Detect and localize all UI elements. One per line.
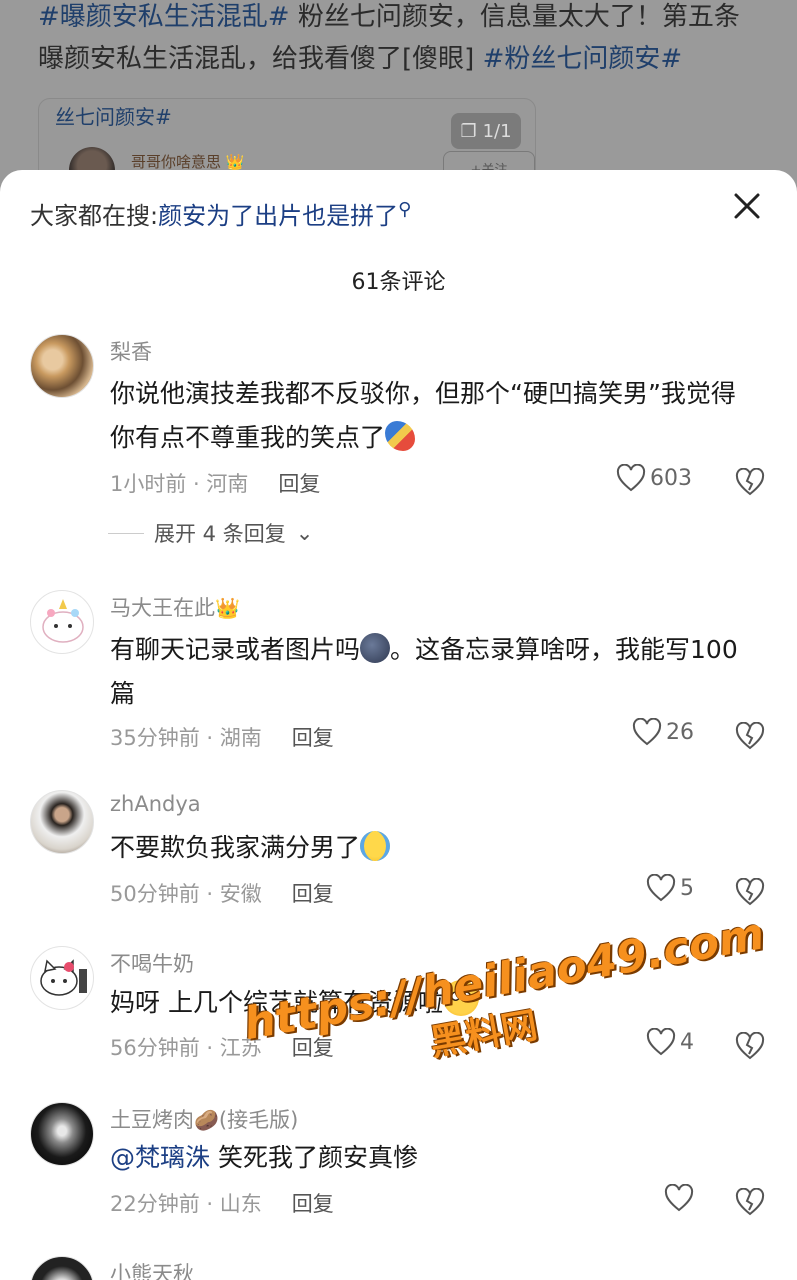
like-button[interactable]: 4 [646, 1028, 694, 1056]
broken-heart-icon [735, 721, 765, 750]
pleading-face-emoji-icon [442, 980, 479, 1016]
reply-button[interactable]: 回复 [292, 1192, 334, 1216]
post-hashtag[interactable]: #曝颜安私生活混乱# [38, 2, 290, 32]
dislike-button[interactable] [735, 721, 765, 750]
trending-search-keyword[interactable]: 颜安为了出片也是拼了 [158, 202, 398, 230]
mention-link[interactable]: @梵璃洙 [110, 1143, 210, 1172]
comment-author[interactable]: zhAndya [110, 792, 201, 816]
comment-author[interactable]: 不喝牛奶 [110, 948, 194, 978]
card-hashtag[interactable]: 丝七问颜安# [55, 101, 172, 130]
divider [108, 532, 144, 534]
broken-heart-icon [735, 1031, 765, 1060]
avatar[interactable] [30, 1102, 94, 1166]
broken-heart-icon [735, 877, 765, 906]
chevron-down-icon: ⌄ [295, 521, 314, 545]
reply-button[interactable]: 回复 [278, 472, 320, 496]
trending-search[interactable]: 大家都在搜:颜安为了出片也是拼了⚲ [30, 196, 411, 231]
avatar[interactable] [30, 590, 94, 654]
crown-icon: 👑 [215, 596, 240, 620]
heart-icon [646, 1028, 676, 1056]
like-button[interactable] [664, 1184, 694, 1212]
search-icon: ⚲ [398, 199, 412, 220]
comment-text: 你说他演技差我都不反驳你，但那个“硬凹搞笑男”我觉得你有点不尊重我的笑点了 [110, 379, 736, 452]
comment-text: 不要欺负我家满分男了 [110, 826, 760, 870]
avatar[interactable] [30, 946, 94, 1010]
like-button[interactable]: 5 [646, 874, 694, 902]
close-icon [734, 193, 760, 219]
comment-author[interactable]: 梨香 [110, 336, 152, 366]
comment-text: 有聊天记录或者图片吗 。这备忘录算啥呀，我能写100篇 [110, 633, 738, 708]
moon-face-emoji-icon [360, 633, 391, 663]
comment-count: 61条评论 [351, 270, 446, 295]
heart-icon [632, 718, 662, 746]
avatar[interactable] [30, 334, 94, 398]
comment-text: @梵璃洙 笑死我了颜安真惨 [110, 1143, 418, 1172]
comment-meta: 1小时前 · 河南 回复 [110, 472, 321, 496]
dislike-button[interactable] [735, 467, 765, 496]
heart-icon [646, 874, 676, 902]
comment-author[interactable]: 马大王在此👑 [110, 592, 240, 622]
close-button[interactable] [731, 190, 763, 222]
like-count: 26 [666, 719, 694, 745]
comment-meta: 50分钟前 · 安徽 回复 [110, 882, 334, 906]
expand-replies[interactable]: 展开 4 条回复 ⌄ [108, 518, 314, 548]
comment-text: 妈呀 上几个综艺就算有资源啦 [110, 980, 760, 1025]
comment-author[interactable]: 土豆烤肉🥔(接毛版) [110, 1104, 298, 1134]
unicorn-avatar-icon [42, 599, 84, 643]
broken-heart-icon [735, 1187, 765, 1216]
like-button[interactable]: 603 [616, 464, 692, 492]
avatar[interactable] [30, 790, 94, 854]
gallery-icon: ❐ [460, 120, 477, 142]
like-button[interactable]: 26 [632, 718, 694, 746]
post-hashtag-2[interactable]: #粉丝七问颜安# [483, 44, 683, 74]
comment-meta: 22分钟前 · 山东 回复 [110, 1192, 334, 1216]
comment-meta: 35分钟前 · 湖南 回复 [110, 726, 334, 750]
comment-meta: 56分钟前 · 江苏 回复 [110, 1036, 334, 1060]
image-count-badge: ❐ 1/1 [451, 113, 521, 149]
comment-author[interactable]: 小熊天秋 [110, 1258, 194, 1280]
broken-heart-icon [735, 467, 765, 496]
hello-kitty-avatar-icon [40, 959, 87, 996]
reply-button[interactable]: 回复 [292, 882, 334, 906]
dislike-button[interactable] [735, 1031, 765, 1060]
post-text: #曝颜安私生活混乱# 粉丝七问颜安，信息量太大了！第五条 曝颜安私生活混乱，给我… [38, 2, 740, 74]
dislike-button[interactable] [735, 1187, 765, 1216]
reply-button[interactable]: 回复 [292, 726, 334, 750]
card-author-name: 哥哥你啥意思 👑 [131, 153, 245, 171]
avatar[interactable] [30, 1256, 94, 1280]
heart-icon [664, 1184, 694, 1212]
reply-button[interactable]: 回复 [292, 1036, 334, 1060]
like-count: 5 [680, 875, 694, 901]
comments-sheet: 大家都在搜:颜安为了出片也是拼了⚲ 61条评论 梨香 你说他演技差我都不反驳你，… [0, 170, 797, 1280]
heart-icon [616, 464, 646, 492]
like-count: 4 [680, 1029, 694, 1055]
crying-face-emoji-icon [360, 831, 391, 861]
tumble-emoji-icon [385, 421, 416, 451]
dislike-button[interactable] [735, 877, 765, 906]
like-count: 603 [650, 465, 692, 491]
potato-icon: 🥔 [194, 1108, 219, 1132]
